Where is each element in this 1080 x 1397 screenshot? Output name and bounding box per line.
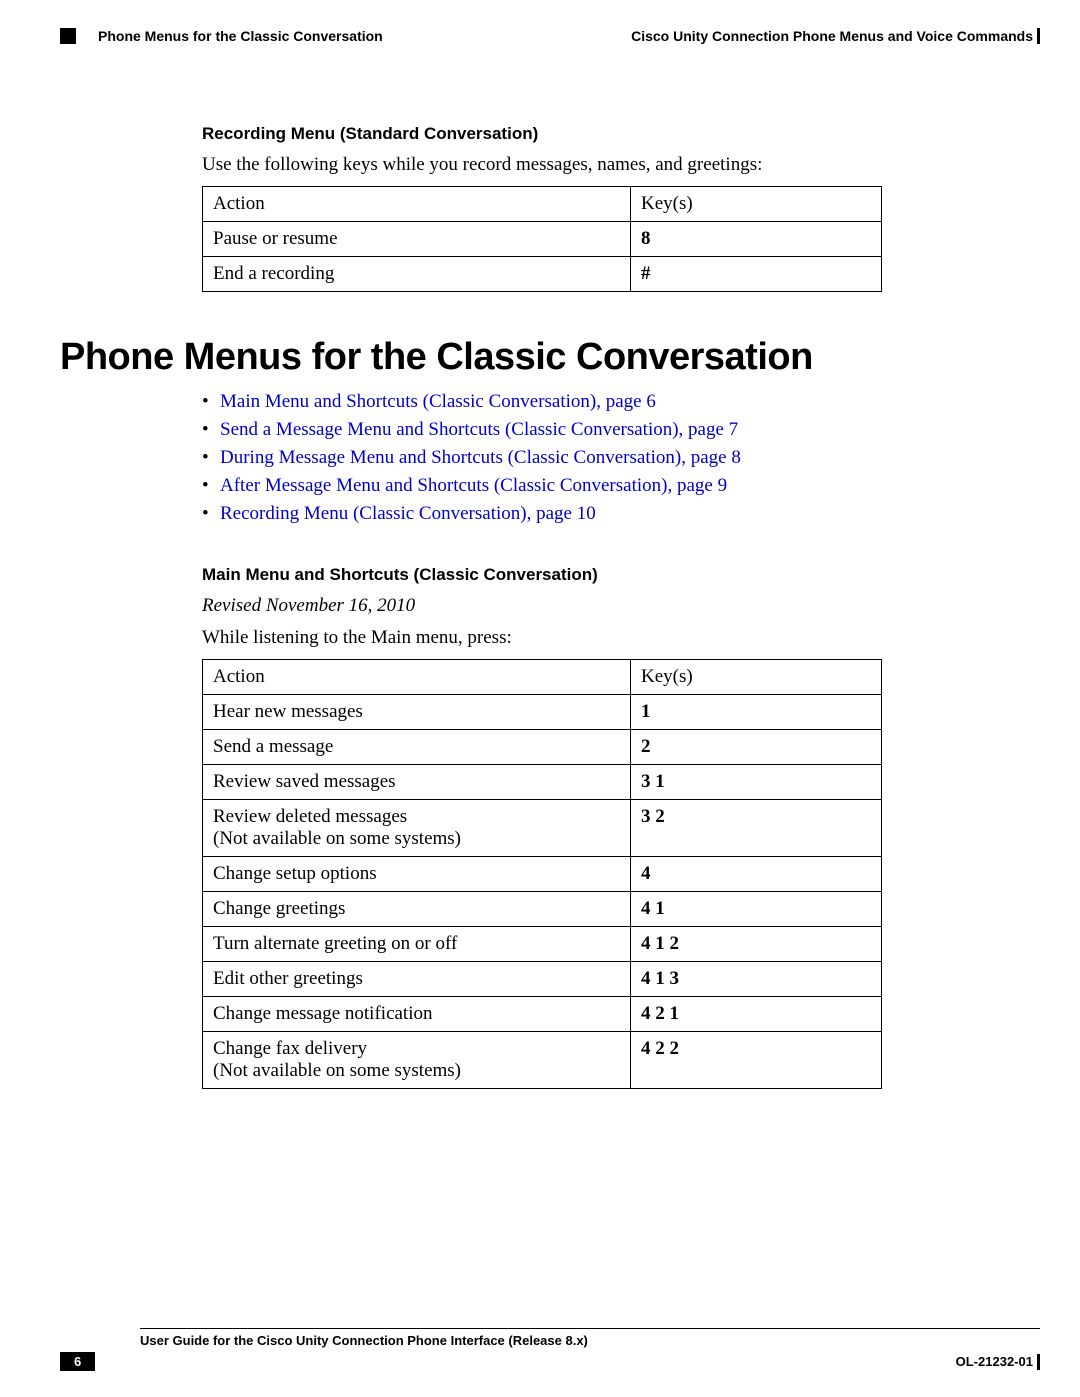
page-header: Phone Menus for the Classic Conversation… <box>60 28 1040 44</box>
table-row: Turn alternate greeting on or off 4 1 2 <box>203 927 882 962</box>
table-row: Action Key(s) <box>203 187 882 222</box>
cell-key: 4 1 2 <box>631 927 882 962</box>
revised-date: Revised November 16, 2010 <box>202 595 902 617</box>
table-row: Hear new messages 1 <box>203 695 882 730</box>
table-row: Change fax delivery (Not available on so… <box>203 1032 882 1089</box>
cell-action: Review deleted messages (Not available o… <box>203 800 631 857</box>
recording-menu-table: Action Key(s) Pause or resume 8 End a re… <box>202 186 882 292</box>
cell-action: Change message notification <box>203 997 631 1032</box>
cell-key: 3 1 <box>631 765 882 800</box>
cell-key: 4 1 <box>631 892 882 927</box>
cell-key: 4 2 2 <box>631 1032 882 1089</box>
recording-menu-intro: Use the following keys while you record … <box>202 154 902 176</box>
table-row: Send a message 2 <box>203 730 882 765</box>
table-header-keys: Key(s) <box>631 187 882 222</box>
list-item: Recording Menu (Classic Conversation), p… <box>202 503 902 525</box>
table-header-action: Action <box>203 660 631 695</box>
table-row: Change message notification 4 2 1 <box>203 997 882 1032</box>
cell-key: 4 1 3 <box>631 962 882 997</box>
cell-key: 2 <box>631 730 882 765</box>
recording-menu-heading: Recording Menu (Standard Conversation) <box>202 124 902 144</box>
list-item: During Message Menu and Shortcuts (Class… <box>202 447 902 469</box>
table-row: End a recording # <box>203 257 882 292</box>
main-menu-heading: Main Menu and Shortcuts (Classic Convers… <box>202 565 902 585</box>
toc-link[interactable]: Send a Message Menu and Shortcuts (Class… <box>220 419 738 440</box>
footer-guide-title: User Guide for the Cisco Unity Connectio… <box>140 1333 1040 1348</box>
header-left-text: Phone Menus for the Classic Conversation <box>98 28 383 44</box>
list-item: Main Menu and Shortcuts (Classic Convers… <box>202 391 902 413</box>
cell-action: Pause or resume <box>203 222 631 257</box>
toc-bullets: Main Menu and Shortcuts (Classic Convers… <box>202 391 902 525</box>
toc-link[interactable]: During Message Menu and Shortcuts (Class… <box>220 447 741 468</box>
main-menu-intro: While listening to the Main menu, press: <box>202 627 902 649</box>
table-row: Review saved messages 3 1 <box>203 765 882 800</box>
cell-action: Edit other greetings <box>203 962 631 997</box>
toc-link[interactable]: Main Menu and Shortcuts (Classic Convers… <box>220 391 656 412</box>
footer-row: 6 OL-21232-01 <box>60 1352 1040 1371</box>
cell-key: 4 2 1 <box>631 997 882 1032</box>
header-right-text: Cisco Unity Connection Phone Menus and V… <box>631 28 1040 44</box>
cell-action: Change setup options <box>203 857 631 892</box>
cell-action: Hear new messages <box>203 695 631 730</box>
cell-action: Send a message <box>203 730 631 765</box>
toc-link[interactable]: After Message Menu and Shortcuts (Classi… <box>220 475 727 496</box>
list-item: Send a Message Menu and Shortcuts (Class… <box>202 419 902 441</box>
toc-list: Main Menu and Shortcuts (Classic Convers… <box>202 391 902 1089</box>
header-left: Phone Menus for the Classic Conversation <box>60 28 383 44</box>
document-id: OL-21232-01 <box>956 1354 1040 1370</box>
cell-action: Review saved messages <box>203 765 631 800</box>
cell-key: 8 <box>631 222 882 257</box>
cell-key: 1 <box>631 695 882 730</box>
header-marker-icon <box>60 28 76 44</box>
content-area: Recording Menu (Standard Conversation) U… <box>202 124 902 292</box>
toc-link[interactable]: Recording Menu (Classic Conversation), p… <box>220 503 596 524</box>
cell-key: 3 2 <box>631 800 882 857</box>
page-footer: User Guide for the Cisco Unity Connectio… <box>60 1328 1040 1371</box>
document-page: Phone Menus for the Classic Conversation… <box>0 0 1080 1397</box>
cell-action: Turn alternate greeting on or off <box>203 927 631 962</box>
list-item: After Message Menu and Shortcuts (Classi… <box>202 475 902 497</box>
table-row: Action Key(s) <box>203 660 882 695</box>
section-title: Phone Menus for the Classic Conversation <box>60 336 1040 379</box>
table-row: Change setup options 4 <box>203 857 882 892</box>
main-menu-table: Action Key(s) Hear new messages 1 Send a… <box>202 659 882 1089</box>
table-row: Change greetings 4 1 <box>203 892 882 927</box>
table-row: Edit other greetings 4 1 3 <box>203 962 882 997</box>
page-number: 6 <box>60 1352 95 1371</box>
table-header-keys: Key(s) <box>631 660 882 695</box>
cell-action: End a recording <box>203 257 631 292</box>
cell-action: Change fax delivery (Not available on so… <box>203 1032 631 1089</box>
cell-key: # <box>631 257 882 292</box>
table-row: Review deleted messages (Not available o… <box>203 800 882 857</box>
table-row: Pause or resume 8 <box>203 222 882 257</box>
footer-rule <box>140 1328 1040 1329</box>
cell-key: 4 <box>631 857 882 892</box>
cell-action: Change greetings <box>203 892 631 927</box>
table-header-action: Action <box>203 187 631 222</box>
